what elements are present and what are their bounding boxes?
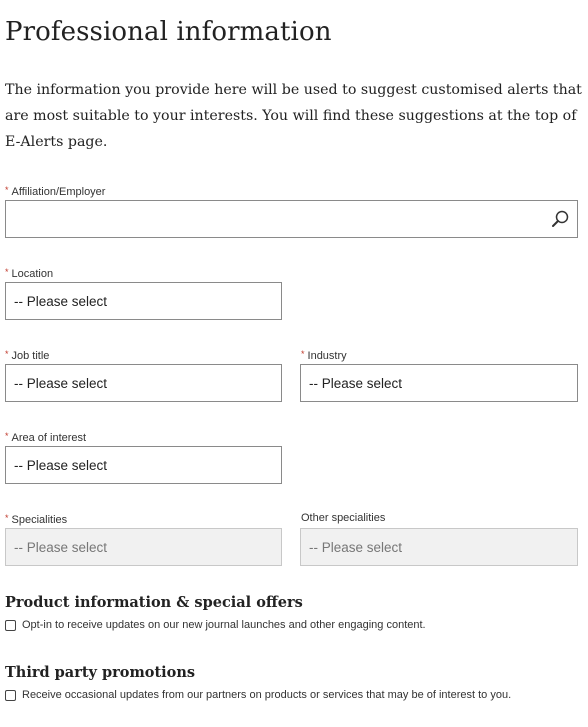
search-icon[interactable] — [550, 209, 570, 229]
product-info-checkbox[interactable] — [5, 619, 16, 631]
location-label: * Location — [5, 267, 54, 280]
third-party-checkbox[interactable] — [5, 689, 16, 701]
area-of-interest-select[interactable]: -- Please select — [5, 446, 282, 484]
area-of-interest-label: * Area of interest — [5, 431, 87, 444]
required-marker: * — [5, 513, 9, 523]
third-party-heading: Third party promotions — [5, 664, 196, 681]
specialities-select: -- Please select — [5, 528, 282, 566]
location-select[interactable]: -- Please select — [5, 282, 282, 320]
product-info-checkbox-label: Opt-in to receive updates on our new jou… — [22, 619, 426, 631]
affiliation-label: * Affiliation/Employer — [5, 185, 106, 198]
other-specialities-label: Other specialities — [301, 512, 386, 524]
required-marker: * — [5, 431, 9, 441]
job-title-label: * Job title — [5, 349, 50, 362]
required-marker: * — [301, 349, 305, 359]
specialities-label: * Specialities — [5, 513, 68, 526]
industry-label: * Industry — [301, 349, 347, 362]
product-info-option[interactable]: Opt-in to receive updates on our new jou… — [5, 619, 426, 631]
required-marker: * — [5, 349, 9, 359]
industry-select[interactable]: -- Please select — [300, 364, 578, 402]
product-info-heading: Product information & special offers — [5, 594, 303, 611]
other-specialities-select: -- Please select — [300, 528, 578, 566]
required-marker: * — [5, 267, 9, 277]
affiliation-search-input[interactable] — [5, 200, 578, 238]
third-party-checkbox-label: Receive occasional updates from our part… — [22, 689, 512, 701]
third-party-option[interactable]: Receive occasional updates from our part… — [5, 689, 511, 701]
intro-text: The information you provide here will be… — [5, 82, 582, 150]
page-title: Professional information — [5, 17, 332, 47]
required-marker: * — [5, 185, 9, 195]
job-title-select[interactable]: -- Please select — [5, 364, 282, 402]
